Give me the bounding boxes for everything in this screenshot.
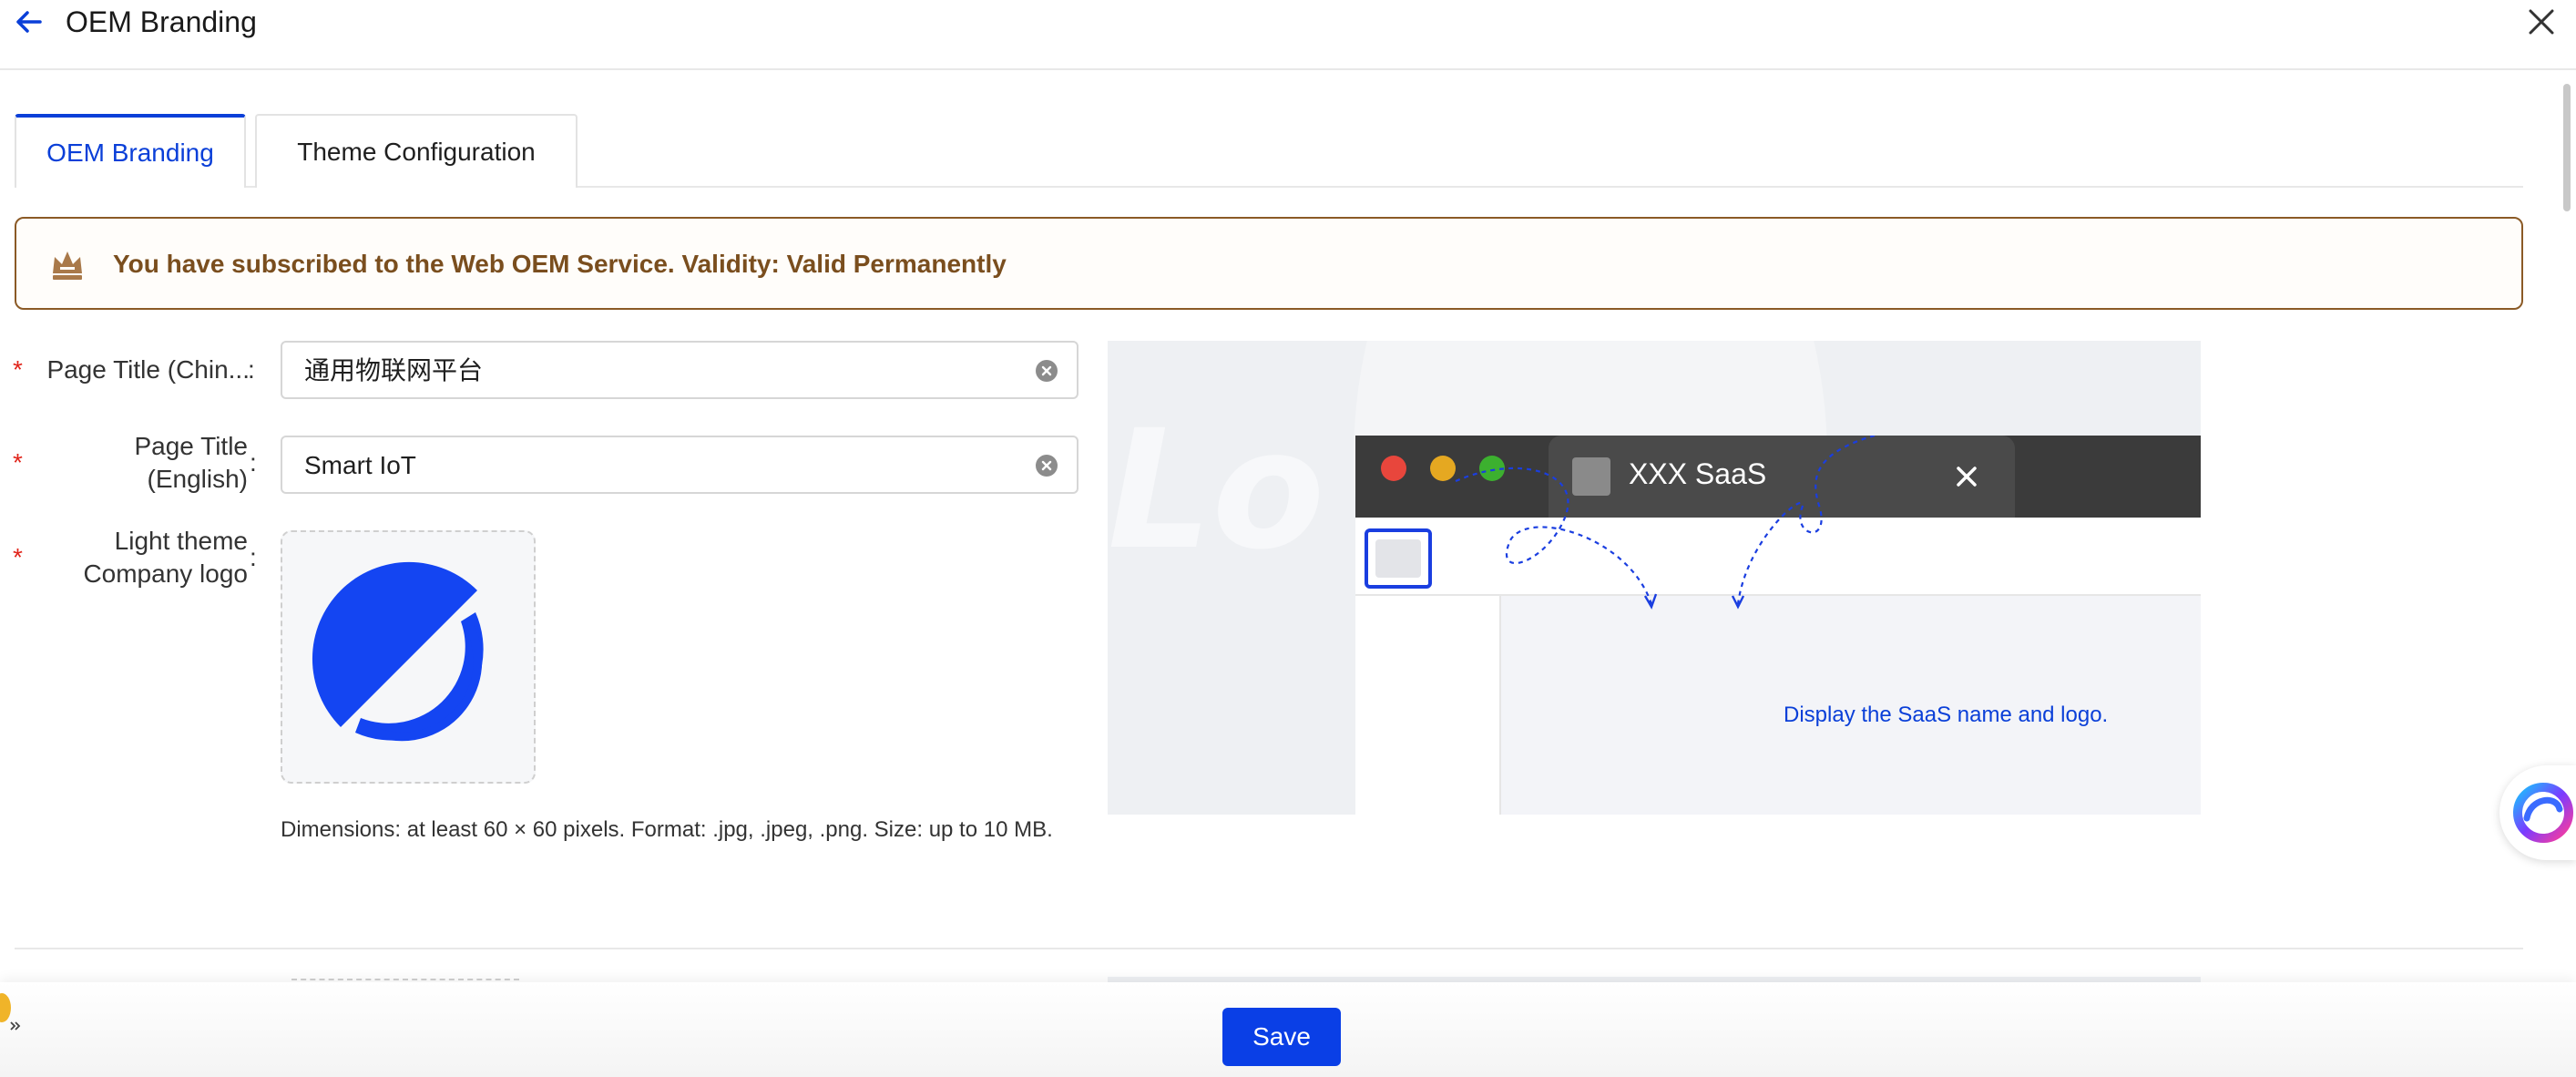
tab-bar: OEM Branding Theme Configuration — [15, 114, 2523, 188]
branding-preview: Lo XXX SaaS Display the SaaS name and lo… — [1108, 341, 2201, 815]
assistant-button[interactable] — [2499, 765, 2576, 860]
browser-mockup: XXX SaaS Display the SaaS name and logo. — [1355, 436, 2201, 815]
subscription-notice: You have subscribed to the Web OEM Servi… — [15, 217, 2523, 310]
notice-text: You have subscribed to the Web OEM Servi… — [113, 250, 1007, 278]
label-colon: : — [248, 355, 255, 384]
label-colon: : — [250, 448, 257, 477]
expand-handle-icon[interactable] — [0, 986, 24, 1041]
crown-icon — [53, 251, 82, 280]
page-header: OEM Branding — [0, 0, 2576, 70]
footer-bar: Save — [0, 982, 2576, 1077]
page-title-en-label-line2: (English) — [147, 465, 248, 493]
arrow-left-icon[interactable] — [13, 5, 46, 38]
clear-input-icon[interactable] — [1035, 454, 1058, 477]
required-mark: * — [13, 543, 23, 571]
required-mark: * — [13, 355, 23, 384]
page-title-en-input[interactable]: Smart IoT — [281, 436, 1078, 494]
page-title-cn-value: 通用物联网平台 — [304, 356, 484, 385]
assistant-logo-icon — [2513, 783, 2573, 843]
logo-label-line1: Light theme — [114, 527, 248, 555]
preview-watermark: Lo — [1108, 395, 1325, 586]
company-logo — [312, 561, 484, 742]
page-title-en-value: Smart IoT — [304, 451, 416, 479]
close-icon[interactable] — [2525, 5, 2558, 38]
save-button[interactable]: Save — [1222, 1008, 1341, 1066]
tab-oem-branding[interactable]: OEM Branding — [15, 114, 246, 188]
required-mark: * — [13, 448, 23, 477]
page-title-en-label-line1: Page Title — [134, 432, 248, 460]
logo-upload[interactable] — [281, 530, 536, 784]
scrollbar-thumb[interactable] — [2563, 84, 2571, 211]
section-divider — [15, 948, 2523, 949]
tab-theme-configuration[interactable]: Theme Configuration — [255, 114, 578, 188]
logo-label-line2: Company logo — [83, 559, 248, 588]
clear-input-icon[interactable] — [1035, 359, 1058, 383]
page-title-cn-input[interactable]: 通用物联网平台 — [281, 341, 1078, 399]
dashed-arrows — [1455, 436, 1876, 610]
label-colon: : — [250, 543, 257, 571]
upload-hint: Dimensions: at least 60 × 60 pixels. For… — [281, 817, 1053, 842]
page-title: OEM Branding — [66, 5, 257, 38]
page-title-cn-label: Page Title (Chin... — [46, 355, 250, 384]
